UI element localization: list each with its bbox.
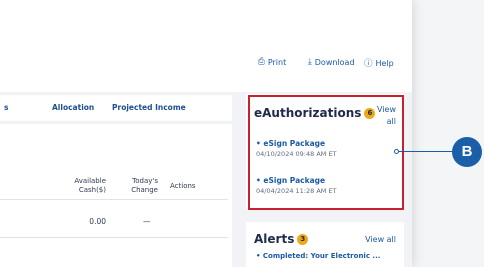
column-header-line: Change [131,186,158,194]
download-button[interactable]: ⤓ Download [308,57,355,67]
alerts-title: Alerts 3 [254,232,309,246]
count-badge: 3 [297,234,309,245]
column-header-line: Cash($) [78,186,106,194]
column-header-available-cash[interactable]: Available Cash($) [62,177,106,195]
highlight-frame [248,95,404,210]
tab-cut-off[interactable]: s [4,103,8,112]
alerts-title-text: Alerts [254,232,295,246]
help-button[interactable]: ⓘ Help [364,57,394,70]
row-divider [0,237,228,238]
header-divider [0,199,228,200]
column-header-actions: Actions [170,182,196,190]
account-page: ⎙ Print ⤓ Download ⓘ Help s Allocation P… [0,0,412,267]
tab-projected-income[interactable]: Projected Income [112,103,186,112]
alert-item-link[interactable]: • Completed: Your Electronic ... [256,252,380,260]
cell-todays-change: — [143,217,151,226]
callout-leader-line [399,151,454,152]
column-header-line: Available [74,177,106,185]
column-header-line: Today's [132,177,158,185]
page-header: ⎙ Print ⤓ Download ⓘ Help [0,0,412,92]
help-icon: ⓘ [364,59,373,69]
tab-allocation[interactable]: Allocation [52,103,94,112]
callout-marker: B [452,137,482,167]
cell-available-cash: 0.00 [89,217,106,226]
view-all-link[interactable]: View all [356,234,396,246]
download-icon: ⤓ [308,57,312,67]
download-label: Download [314,57,355,67]
print-button[interactable]: ⎙ Print [258,57,286,67]
printer-icon: ⎙ [258,57,265,67]
alerts-card: Alerts 3 View all • Completed: Your Elect… [246,222,404,267]
holdings-table: Available Cash($) Today's Change Actions… [0,124,232,267]
tab-bar: s Allocation Projected Income [0,95,232,121]
help-label: Help [375,58,394,68]
column-header-todays-change[interactable]: Today's Change [120,177,158,195]
print-label: Print [267,57,287,67]
